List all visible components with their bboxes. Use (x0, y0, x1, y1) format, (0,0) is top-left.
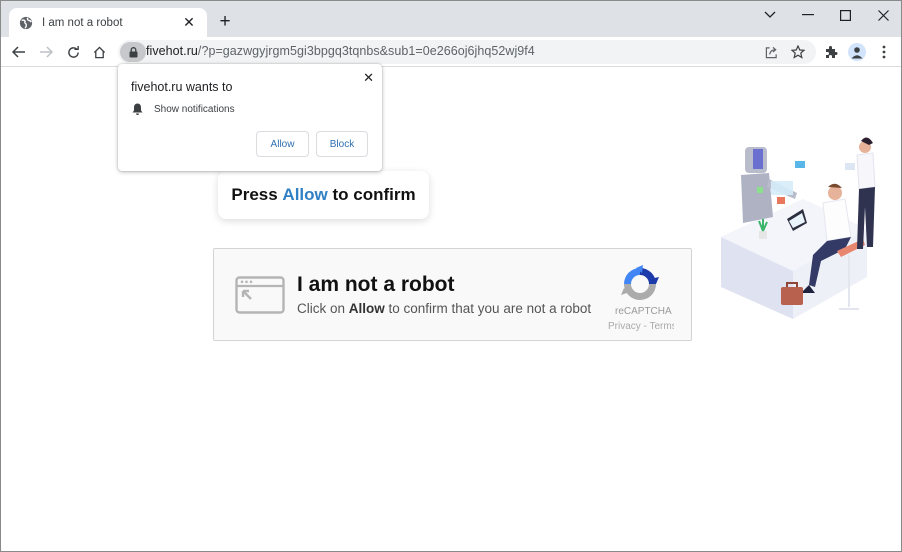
close-tab-icon[interactable]: ✕ (181, 14, 197, 31)
reload-icon (67, 45, 79, 58)
block-button[interactable]: Block (316, 131, 368, 157)
browser-window: I am not a robot ✕ + fivehot.ru/?p=gazwg… (0, 0, 902, 552)
address-bar[interactable]: fivehot.ru/?p=gazwgyjrgm5gi3bpgq3tqnbs&s… (118, 40, 816, 64)
tab-strip: I am not a robot ✕ + (1, 1, 901, 37)
press-accent: Allow (282, 185, 328, 204)
minimize-button[interactable] (789, 1, 827, 29)
puzzle-icon (826, 46, 838, 58)
new-tab-button[interactable]: + (215, 11, 235, 32)
captcha-subtitle: Click on Allow to confirm that you are n… (297, 301, 591, 316)
privacy-terms-links[interactable]: Privacy - Terms (608, 321, 674, 332)
maximize-icon (839, 9, 851, 21)
allow-button[interactable]: Allow (256, 131, 309, 157)
extensions-button[interactable] (819, 40, 843, 64)
fake-captcha-box[interactable]: I am not a robot Click on Allow to confi… (213, 248, 692, 341)
bookmark-button[interactable] (788, 42, 808, 62)
share-button[interactable] (761, 42, 781, 62)
tab-search-button[interactable] (751, 1, 789, 29)
forward-button[interactable] (34, 40, 58, 64)
home-button[interactable] (87, 40, 111, 64)
recaptcha-brand: reCAPTCHA (615, 306, 672, 317)
globe-icon (19, 16, 33, 29)
tab-title: I am not a robot (42, 16, 123, 29)
menu-button[interactable] (872, 40, 896, 64)
captcha-sub-suffix: to confirm that you are not a robot (384, 301, 592, 316)
star-icon (791, 45, 805, 59)
bell-icon (132, 103, 143, 115)
toolbar: fivehot.ru/?p=gazwgyjrgm5gi3bpgq3tqnbs&s… (1, 37, 901, 67)
press-prefix: Press (231, 185, 283, 204)
site-info-button[interactable] (120, 42, 146, 62)
arrow-left-icon (12, 46, 25, 58)
back-button[interactable] (7, 40, 31, 64)
robot-office-illustration (721, 137, 876, 319)
avatar (848, 43, 866, 61)
more-vert-icon (882, 45, 886, 59)
close-window-button[interactable] (864, 1, 901, 29)
lock-icon (129, 46, 137, 57)
captcha-sub-bold: Allow (348, 301, 385, 316)
browser-window-icon (235, 276, 285, 314)
reload-button[interactable] (61, 40, 85, 64)
url-domain: fivehot.ru (146, 44, 198, 58)
url-text[interactable]: fivehot.ru/?p=gazwgyjrgm5gi3bpgq3tqnbs&s… (146, 44, 535, 58)
tab-active[interactable]: I am not a robot ✕ (9, 8, 207, 37)
prompt-close-icon[interactable]: ✕ (363, 70, 374, 86)
notification-permission-prompt: fivehot.ru wants to ✕ Show notifications… (118, 64, 382, 171)
press-allow-banner: Press Allow to confirm (218, 171, 429, 219)
share-icon (765, 46, 777, 58)
minimize-icon (802, 14, 814, 16)
arrow-right-icon (40, 46, 53, 58)
captcha-sub-prefix: Click on (297, 301, 349, 316)
chevron-down-icon (764, 11, 776, 18)
permission-row: Show notifications (132, 103, 235, 115)
prompt-heading: fivehot.ru wants to (131, 80, 233, 94)
captcha-title: I am not a robot (297, 273, 455, 296)
maximize-button[interactable] (826, 1, 864, 29)
url-path: /?p=gazwgyjrgm5gi3bpgq3tqnbs&sub1=0e266o… (197, 44, 535, 58)
person-icon (851, 47, 863, 59)
profile-button[interactable] (845, 40, 869, 64)
permission-label: Show notifications (154, 103, 235, 115)
close-icon (877, 9, 889, 21)
home-icon (93, 45, 105, 58)
press-suffix: to confirm (327, 185, 416, 204)
recaptcha-logo-icon (621, 265, 659, 300)
